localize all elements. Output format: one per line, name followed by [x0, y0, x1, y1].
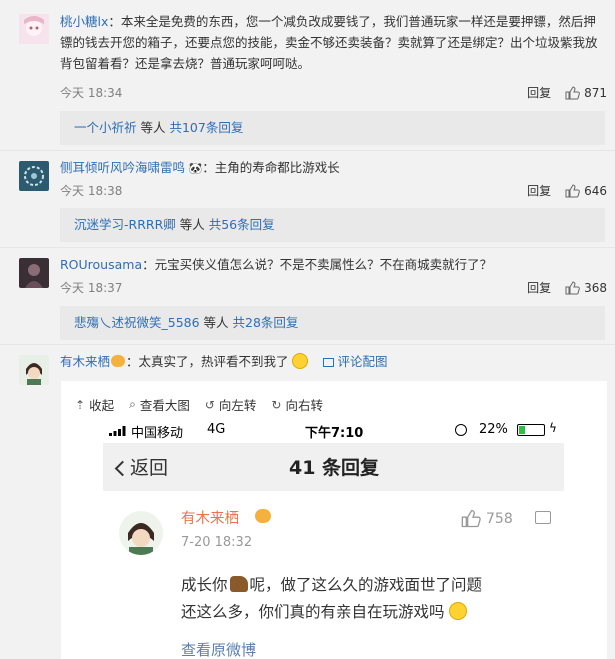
comment-3: ROUrousama：元宝买侠义值怎么说？不是不卖属性么？不在商城卖就行了？ 今…: [0, 248, 615, 344]
reply-card: 有木来栖 7-20 18:32 758 成长你 呢，做了这么久的游戏面世了问题 还…: [103, 491, 564, 659]
avatar[interactable]: [19, 161, 49, 191]
picture-icon: [322, 358, 334, 367]
comment-body: ：主角的寿命都比游戏长: [202, 160, 340, 175]
comment-text: ROUrousama：元宝买侠义值怎么说？不是不卖属性么？不在商城卖就行了？: [60, 254, 603, 275]
view-original-link[interactable]: 查看原微博: [181, 639, 256, 659]
comment-text: 桃小糖lx：本来全是免费的东西，您一个减负改成要钱了，我们普通玩家一样还是要押镖…: [60, 11, 603, 74]
comment-time: 今天 18:37: [60, 281, 123, 295]
reply-button[interactable]: 回复: [527, 84, 551, 101]
like-button[interactable]: 871: [565, 86, 607, 100]
rotate-left-button[interactable]: ↺ 向左转: [205, 395, 257, 414]
thumbs-up-icon: [461, 509, 481, 528]
comment-time: 今天 18:34: [60, 86, 123, 100]
collapse-button[interactable]: ⇡ 收起: [75, 395, 114, 414]
signal-icon: [109, 425, 127, 436]
avatar[interactable]: [19, 14, 49, 44]
comment-icon[interactable]: [535, 511, 551, 524]
like-count: 871: [584, 85, 607, 100]
comment-1: 桃小糖lx：本来全是免费的东西，您一个减负改成要钱了，我们普通玩家一样还是要押镖…: [0, 0, 615, 150]
image-toolbar: ⇡ 收起 ⌕ 查看大图 ↺ 向左转 ↻ 向右转: [75, 395, 338, 414]
comment-actions: 回复 871: [527, 84, 607, 101]
sub-replies[interactable]: 悲殤乀述祝微笑_5586 等人 共28条回复: [60, 306, 605, 340]
horse-emoji-icon: [229, 576, 248, 592]
card-like-button[interactable]: 758: [461, 509, 513, 528]
sub-reply-count[interactable]: 共56条回复: [209, 217, 275, 232]
like-count: 646: [584, 183, 607, 198]
comment-body: ：本来全是免费的东西，您一个减负改成要钱了，我们普通玩家一样还是要押镖，然后押镖…: [60, 14, 598, 71]
battery-icon: [517, 424, 545, 436]
avatar[interactable]: [19, 258, 49, 288]
magnifier-icon: ⌕: [129, 397, 136, 411]
rotate-left-icon: ↺: [204, 397, 215, 412]
network: 4G: [207, 422, 226, 437]
reply-button[interactable]: 回复: [527, 182, 551, 199]
card-username[interactable]: 有木来栖: [181, 507, 239, 528]
comment-username[interactable]: 桃小糖lx: [60, 14, 108, 29]
page-title: 41 条回复: [289, 457, 380, 479]
sub-reply-users[interactable]: 悲殤乀述祝微笑_5586: [74, 315, 200, 330]
comment-actions: 回复 368: [527, 279, 607, 296]
rotate-right-button[interactable]: ↻ 向右转: [271, 395, 323, 414]
thumbs-up-icon: [565, 280, 580, 294]
comment-username[interactable]: ROUrousama: [60, 257, 142, 272]
sub-reply-count[interactable]: 共28条回复: [233, 315, 299, 330]
sub-reply-count[interactable]: 共107条回复: [169, 120, 243, 135]
comment-username[interactable]: 有木来栖: [60, 354, 110, 369]
comment-4: 有木来栖 ：太真实了，热评看不到我了 评论配图: [0, 345, 615, 385]
smile-emoji-icon: [448, 602, 467, 620]
like-button[interactable]: 646: [565, 184, 607, 198]
phone-status-bar: 中国移动 4G 下午7:10 22% ϟ: [103, 417, 564, 443]
vip-badge-icon: [255, 509, 271, 523]
comment-time: 今天 18:38: [60, 184, 123, 198]
back-button[interactable]: 返回: [114, 453, 168, 480]
orientation-lock-icon: [455, 424, 467, 436]
avatar[interactable]: [19, 355, 49, 385]
comment-text: 侧耳倾听风吟海啸雷鸣 🐼：主角的寿命都比游戏长: [60, 157, 603, 179]
thumbs-up-icon: [565, 183, 580, 197]
sub-replies[interactable]: 一个小祈祈 等人 共107条回复: [60, 111, 605, 145]
sub-replies[interactable]: 沉迷学习-RRRR卿 等人 共56条回复: [60, 208, 605, 242]
reply-button[interactable]: 回复: [527, 279, 551, 296]
rotate-right-icon: ↻: [271, 397, 282, 412]
sub-reply-users[interactable]: 沉迷学习-RRRR卿: [74, 217, 176, 232]
comment-username[interactable]: 侧耳倾听风吟海啸雷鸣: [60, 160, 185, 175]
vip-badge-icon: [111, 355, 126, 367]
comment-actions: 回复 646: [527, 182, 607, 199]
avatar[interactable]: [119, 511, 163, 555]
comment-picture-link[interactable]: 评论配图: [338, 354, 388, 369]
phone-screenshot[interactable]: 中国移动 4G 下午7:10 22% ϟ 返回 41 条回复 有木来栖 7-20…: [103, 417, 564, 659]
panda-emoji: 🐼: [185, 162, 203, 175]
sub-reply-users[interactable]: 一个小祈祈: [74, 120, 137, 135]
comment-text: 有木来栖 ：太真实了，热评看不到我了 评论配图: [60, 351, 603, 372]
comment-body: ：元宝买侠义值怎么说？不是不卖属性么？不在商城卖就行了？: [142, 257, 493, 272]
charging-icon: ϟ: [549, 421, 557, 435]
card-time: 7-20 18:32: [181, 535, 253, 550]
like-count: 368: [584, 280, 607, 295]
carrier: 中国移动: [131, 426, 184, 441]
card-text: 成长你 呢，做了这么久的游戏面世了问题 还这么多，你们真的有亲自在玩游戏吗: [181, 576, 483, 621]
view-large-button[interactable]: ⌕ 查看大图: [129, 395, 190, 414]
chevron-left-icon: [114, 460, 131, 477]
grin-emoji-icon: [291, 353, 308, 369]
like-button[interactable]: 368: [565, 281, 607, 295]
battery-percent: 22%: [479, 422, 508, 437]
thumbs-up-icon: [565, 85, 580, 99]
comment-2: 侧耳倾听风吟海啸雷鸣 🐼：主角的寿命都比游戏长 今天 18:38 回复 646 …: [0, 151, 615, 247]
comment-body: ：太真实了，热评看不到我了: [126, 354, 289, 369]
image-preview-panel: ⇡ 收起 ⌕ 查看大图 ↺ 向左转 ↻ 向右转 中国移动 4G 下午7:10 22% ϟ…: [61, 381, 607, 659]
phone-nav-bar: 返回 41 条回复: [103, 443, 564, 491]
status-time: 下午7:10: [305, 426, 364, 441]
arrow-up-icon: ⇡: [75, 397, 86, 412]
